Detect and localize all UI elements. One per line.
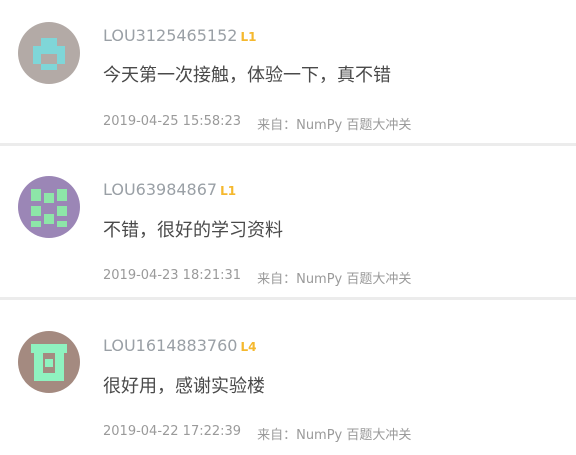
username-row: LOU63984867 L1	[103, 180, 236, 202]
level-badge: L4	[240, 340, 257, 354]
comment-item: LOU63984867 L1 不错，很好的学习资料 2019-04-23 18:…	[0, 146, 576, 300]
comment-list: LOU3125465152 L1 今天第一次接触，体验一下，真不错 2019-0…	[0, 0, 576, 446]
username-link[interactable]: LOU63984867	[103, 180, 217, 199]
identicon-avatar-icon	[18, 176, 80, 238]
timestamp: 2019-04-23 18:21:31	[103, 268, 242, 283]
comment-text: 很好用，感谢实验楼	[103, 376, 265, 397]
avatar[interactable]	[18, 176, 80, 238]
timestamp: 2019-04-25 15:58:23	[103, 114, 242, 129]
comment-text: 今天第一次接触，体验一下，真不错	[103, 65, 391, 86]
comment-meta: 2019-04-25 15:58:23 来自： NumPy 百题大冲关	[103, 114, 411, 133]
comment-item: LOU1614883760 L4 很好用，感谢实验楼 2019-04-22 17…	[0, 300, 576, 446]
level-badge: L1	[220, 184, 237, 198]
source-link[interactable]: NumPy 百题大冲关	[296, 268, 411, 287]
username-link[interactable]: LOU3125465152	[103, 26, 237, 45]
source-link[interactable]: NumPy 百题大冲关	[296, 424, 411, 443]
avatar[interactable]	[18, 331, 80, 393]
username-row: LOU1614883760 L4	[103, 336, 256, 358]
timestamp: 2019-04-22 17:22:39	[103, 424, 242, 439]
source-label: 来自：	[257, 272, 297, 287]
identicon-avatar-icon	[18, 22, 80, 84]
comment-item: LOU3125465152 L1 今天第一次接触，体验一下，真不错 2019-0…	[0, 0, 576, 146]
username-row: LOU3125465152 L1	[103, 26, 256, 48]
comment-text: 不错，很好的学习资料	[103, 220, 283, 241]
source-label: 来自：	[257, 428, 297, 443]
level-badge: L1	[240, 30, 257, 44]
source-label: 来自：	[257, 118, 297, 133]
source-link[interactable]: NumPy 百题大冲关	[296, 114, 411, 133]
comment-meta: 2019-04-23 18:21:31 来自： NumPy 百题大冲关	[103, 268, 411, 287]
identicon-avatar-icon	[18, 331, 80, 393]
avatar[interactable]	[18, 22, 80, 84]
comment-meta: 2019-04-22 17:22:39 来自： NumPy 百题大冲关	[103, 424, 411, 443]
username-link[interactable]: LOU1614883760	[103, 336, 237, 355]
